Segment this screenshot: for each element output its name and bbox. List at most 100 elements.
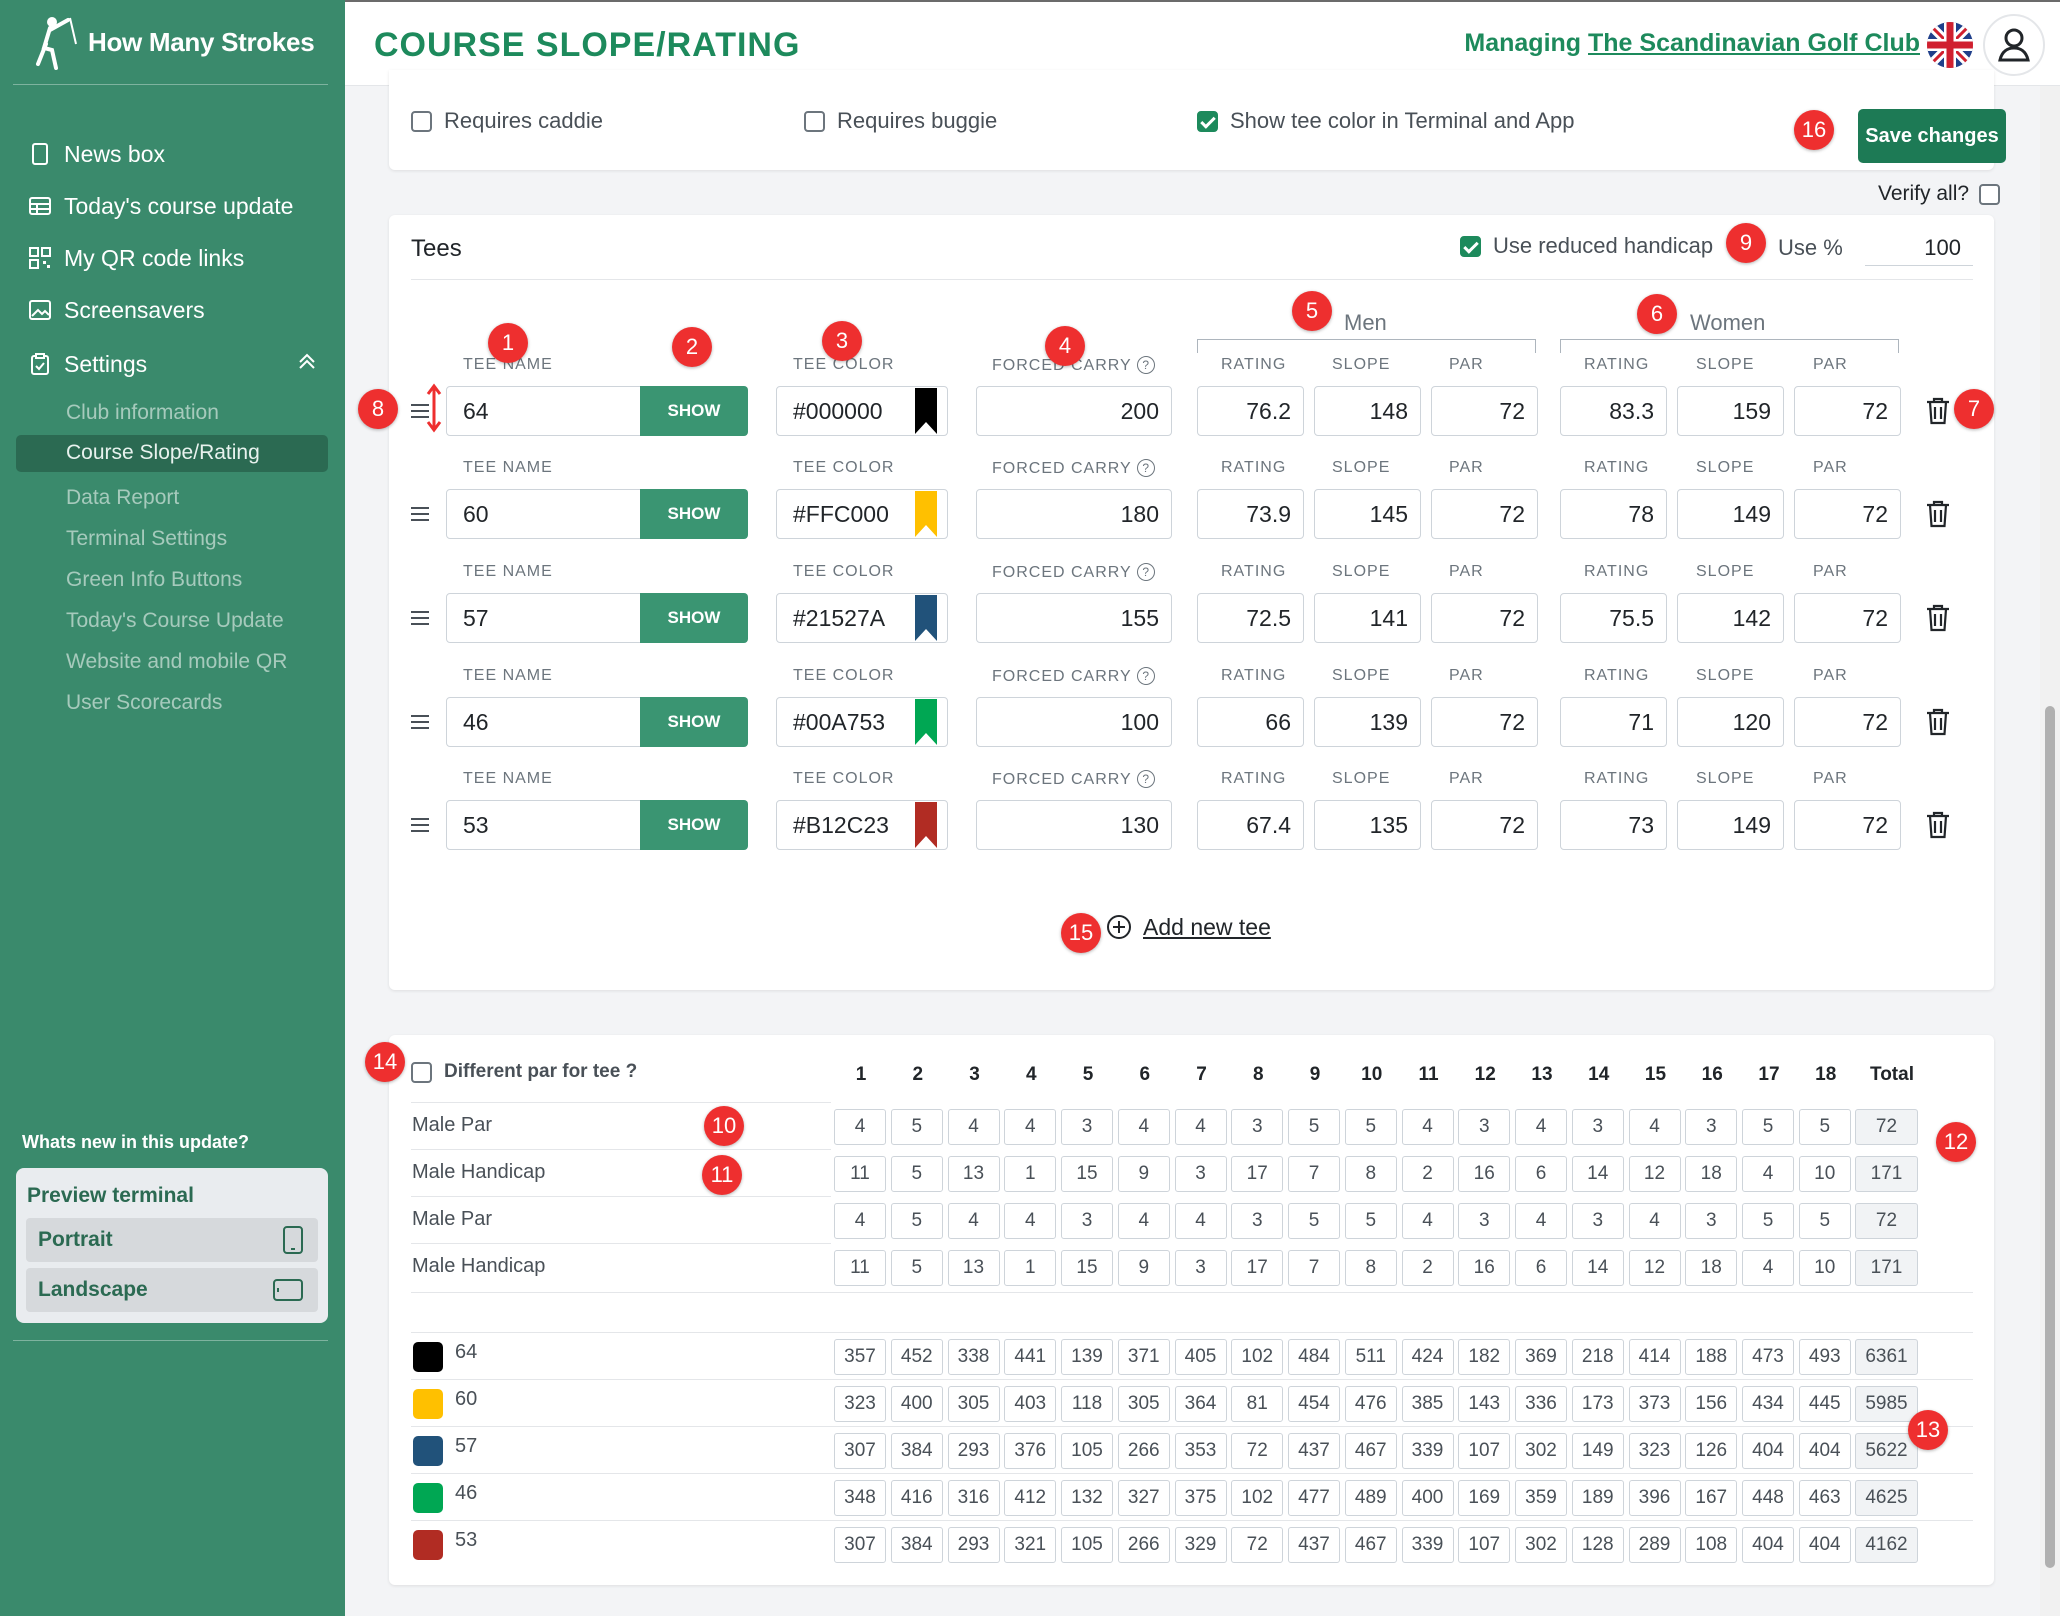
women-par-input[interactable]: 72 [1794, 593, 1901, 643]
scorecard-cell[interactable]: 5 [890, 1156, 943, 1192]
distance-cell[interactable]: 336 [1515, 1386, 1567, 1422]
distance-cell[interactable]: 357 [834, 1339, 886, 1375]
men-par-input[interactable]: 72 [1431, 593, 1538, 643]
drag-handle-icon[interactable] [411, 611, 429, 625]
trash-icon[interactable] [1925, 396, 1951, 426]
distance-cell[interactable]: 323 [1628, 1433, 1681, 1469]
scorecard-cell[interactable]: 18 [1685, 1250, 1738, 1286]
distance-cell[interactable]: 105 [1061, 1433, 1113, 1469]
preview-portrait-button[interactable]: Portrait [26, 1218, 318, 1262]
scorecard-cell[interactable]: 4 [1515, 1203, 1567, 1239]
distance-cell[interactable]: 359 [1515, 1480, 1567, 1516]
women-rating-input[interactable]: 75.5 [1560, 593, 1667, 643]
distance-cell[interactable]: 384 [890, 1433, 943, 1469]
scorecard-cell[interactable]: 1 [1004, 1156, 1057, 1192]
scorecard-cell[interactable]: 3 [1174, 1250, 1227, 1286]
distance-cell[interactable]: 72 [1231, 1527, 1284, 1563]
distance-cell[interactable]: 484 [1288, 1339, 1340, 1375]
verify-all[interactable]: Verify all? [1878, 182, 2001, 206]
distance-cell[interactable]: 323 [834, 1386, 886, 1422]
show-tee-button[interactable]: SHOW [640, 386, 748, 436]
distance-cell[interactable]: 169 [1458, 1480, 1511, 1516]
distance-cell[interactable]: 476 [1344, 1386, 1397, 1422]
trash-icon[interactable] [1925, 499, 1951, 529]
distance-cell[interactable]: 102 [1231, 1480, 1284, 1516]
distance-cell[interactable]: 339 [1401, 1527, 1454, 1563]
scorecard-cell[interactable]: 4 [1117, 1109, 1170, 1145]
distance-cell[interactable]: 473 [1742, 1339, 1794, 1375]
scorecard-cell[interactable]: 12 [1628, 1156, 1681, 1192]
sidebar-item-todays-course-update[interactable]: Today's course update [28, 186, 293, 226]
men-par-input[interactable]: 72 [1431, 489, 1538, 539]
distance-cell[interactable]: 493 [1798, 1339, 1851, 1375]
distance-cell[interactable]: 452 [890, 1339, 943, 1375]
distance-cell[interactable]: 416 [890, 1480, 943, 1516]
women-par-input[interactable]: 72 [1794, 697, 1901, 747]
distance-cell[interactable]: 396 [1628, 1480, 1681, 1516]
help-icon[interactable]: ? [1136, 356, 1155, 374]
men-slope-input[interactable]: 148 [1314, 386, 1421, 436]
requires-buggie-option[interactable]: Requires buggie [804, 108, 997, 134]
distance-cell[interactable]: 404 [1798, 1433, 1851, 1469]
distance-cell[interactable]: 293 [947, 1527, 1000, 1563]
scorecard-cell[interactable]: 17 [1231, 1250, 1284, 1286]
sidebar-sub-terminal-settings[interactable]: Terminal Settings [66, 527, 227, 551]
scorecard-cell[interactable]: 4 [1628, 1203, 1681, 1239]
help-icon[interactable]: ? [1136, 563, 1155, 581]
distance-cell[interactable]: 72 [1231, 1433, 1284, 1469]
scorecard-cell[interactable]: 5 [890, 1109, 943, 1145]
distance-cell[interactable]: 321 [1004, 1527, 1057, 1563]
scorecard-cell[interactable]: 14 [1571, 1250, 1624, 1286]
distance-cell[interactable]: 307 [834, 1527, 886, 1563]
distance-cell[interactable]: 403 [1004, 1386, 1057, 1422]
distance-cell[interactable]: 376 [1004, 1433, 1057, 1469]
men-rating-input[interactable]: 76.2 [1197, 386, 1304, 436]
distance-cell[interactable]: 412 [1004, 1480, 1057, 1516]
distance-cell[interactable]: 467 [1344, 1433, 1397, 1469]
sidebar-sub-todays-course-update[interactable]: Today's Course Update [66, 609, 284, 633]
tee-name-input[interactable]: 53 [446, 800, 642, 850]
scorecard-cell[interactable]: 15 [1061, 1156, 1113, 1192]
men-slope-input[interactable]: 145 [1314, 489, 1421, 539]
distance-cell[interactable]: 302 [1515, 1527, 1567, 1563]
distance-cell[interactable]: 126 [1685, 1433, 1738, 1469]
distance-cell[interactable]: 477 [1288, 1480, 1340, 1516]
forced-carry-input[interactable]: 200 [976, 386, 1172, 436]
scorecard-cell[interactable]: 13 [947, 1250, 1000, 1286]
drag-handle-icon[interactable] [411, 818, 429, 832]
trash-icon[interactable] [1925, 603, 1951, 633]
sidebar-sub-website-mobile-qr[interactable]: Website and mobile QR [66, 650, 287, 674]
men-slope-input[interactable]: 141 [1314, 593, 1421, 643]
distance-cell[interactable]: 132 [1061, 1480, 1113, 1516]
show-tee-button[interactable]: SHOW [640, 800, 748, 850]
tee-name-input[interactable]: 46 [446, 697, 642, 747]
distance-cell[interactable]: 364 [1174, 1386, 1227, 1422]
men-rating-input[interactable]: 66 [1197, 697, 1304, 747]
distance-cell[interactable]: 511 [1344, 1339, 1397, 1375]
scorecard-cell[interactable]: 7 [1288, 1156, 1340, 1192]
distance-cell[interactable]: 143 [1458, 1386, 1511, 1422]
scorecard-cell[interactable]: 11 [834, 1156, 886, 1192]
distance-cell[interactable]: 316 [947, 1480, 1000, 1516]
scorecard-cell[interactable]: 4 [1742, 1156, 1794, 1192]
women-par-input[interactable]: 72 [1794, 800, 1901, 850]
show-tee-button[interactable]: SHOW [640, 697, 748, 747]
scorecard-cell[interactable]: 10 [1798, 1250, 1851, 1286]
scorecard-cell[interactable]: 3 [1685, 1109, 1738, 1145]
distance-cell[interactable]: 305 [1117, 1386, 1170, 1422]
scorecard-cell[interactable]: 2 [1401, 1156, 1454, 1192]
help-icon[interactable]: ? [1136, 770, 1155, 788]
sidebar-sub-club-information[interactable]: Club information [66, 401, 219, 425]
distance-cell[interactable]: 338 [947, 1339, 1000, 1375]
tee-name-input[interactable]: 64 [446, 386, 642, 436]
distance-cell[interactable]: 400 [1401, 1480, 1454, 1516]
men-par-input[interactable]: 72 [1431, 800, 1538, 850]
distance-cell[interactable]: 445 [1798, 1386, 1851, 1422]
tee-name-input[interactable]: 60 [446, 489, 642, 539]
distance-cell[interactable]: 405 [1174, 1339, 1227, 1375]
distance-cell[interactable]: 339 [1401, 1433, 1454, 1469]
scorecard-cell[interactable]: 5 [1798, 1109, 1851, 1145]
uk-flag-icon[interactable] [1927, 22, 1973, 68]
tee-name-input[interactable]: 57 [446, 593, 642, 643]
drag-handle-icon[interactable] [411, 715, 429, 729]
